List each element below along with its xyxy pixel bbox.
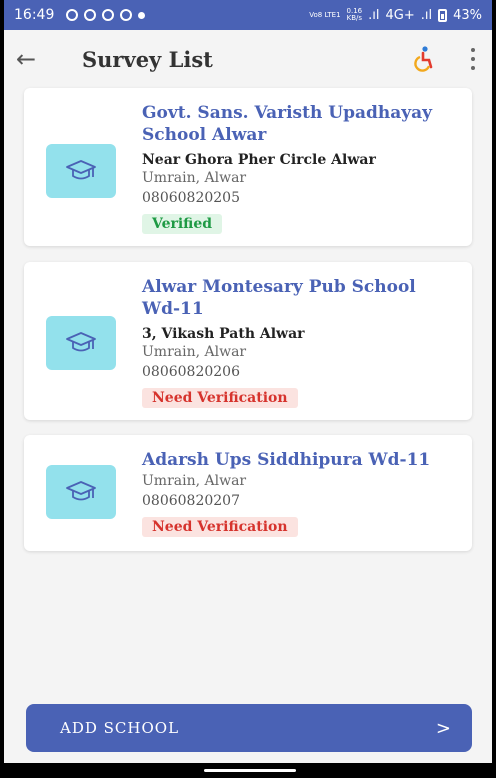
graduation-cap-icon (46, 465, 116, 519)
battery-level: 43% (453, 7, 482, 23)
school-phone: 08060820205 (142, 190, 240, 206)
battery-icon (438, 8, 448, 22)
status-bar: 16:49 Vo8 LTE1 0.16 KB/s .ıl 4G+ .ıl 43% (4, 0, 492, 30)
signal-label: 4G+ (385, 7, 415, 23)
school-area: Umrain, Alwar (142, 344, 247, 360)
school-name: Alwar Montesary Pub School Wd-11 (142, 277, 416, 319)
notification-icons (66, 9, 146, 21)
page-title: Survey List (82, 46, 213, 72)
card-body: Govt. Sans. Varisth Upadhayay School Alw… (142, 102, 458, 234)
chevron-right-icon: > (435, 717, 452, 739)
notification-icon (66, 9, 79, 21)
add-school-button[interactable]: ADD SCHOOL > (26, 704, 472, 752)
screen: 16:49 Vo8 LTE1 0.16 KB/s .ıl 4G+ .ıl 43%… (4, 0, 492, 763)
school-card[interactable]: Adarsh Ups Siddhipura Wd-11 Umrain, Alwa… (24, 435, 472, 551)
school-phone: 08060820206 (142, 364, 240, 380)
signal-icon: .ıl (420, 7, 433, 23)
home-indicator[interactable] (204, 769, 296, 772)
notification-icon (102, 9, 115, 21)
status-badge: Need Verification (142, 388, 298, 408)
network-label: Vo8 LTE1 (309, 10, 341, 19)
status-badge: Verified (142, 214, 223, 234)
back-arrow-icon[interactable]: ← (16, 45, 56, 73)
speed-unit: KB/s (346, 14, 363, 22)
signal-icon: .ıl (368, 7, 380, 23)
add-school-label: ADD SCHOOL (60, 719, 180, 737)
status-right: Vo8 LTE1 0.16 KB/s .ıl 4G+ .ıl 43% (309, 8, 482, 23)
school-name: Adarsh Ups Siddhipura Wd-11 (142, 450, 431, 470)
graduation-cap-icon (46, 144, 116, 198)
app-bar: ← Survey List (4, 30, 492, 88)
status-time: 16:49 (14, 7, 55, 23)
more-vert-icon[interactable] (468, 48, 478, 70)
school-phone: 08060820207 (142, 493, 240, 509)
school-area: Umrain, Alwar (142, 473, 247, 489)
notification-icon (120, 9, 133, 21)
school-address: Near Ghora Pher Circle Alwar (142, 152, 376, 168)
status-badge: Need Verification (142, 517, 298, 537)
card-body: Adarsh Ups Siddhipura Wd-11 Umrain, Alwa… (142, 449, 458, 537)
school-address: 3, Vikash Path Alwar (142, 326, 305, 342)
speed-indicator: 0.16 KB/s (347, 8, 363, 22)
notification-dot-icon (138, 11, 146, 19)
notification-icon (84, 9, 97, 21)
school-name: Govt. Sans. Varisth Upadhayay School Alw… (142, 103, 433, 145)
school-area: Umrain, Alwar (142, 170, 247, 186)
graduation-cap-icon (46, 316, 116, 370)
accessibility-icon[interactable] (412, 46, 436, 72)
school-card[interactable]: Govt. Sans. Varisth Upadhayay School Alw… (24, 88, 472, 246)
card-body: Alwar Montesary Pub School Wd-11 3, Vika… (142, 276, 458, 408)
school-card[interactable]: Alwar Montesary Pub School Wd-11 3, Vika… (24, 262, 472, 420)
